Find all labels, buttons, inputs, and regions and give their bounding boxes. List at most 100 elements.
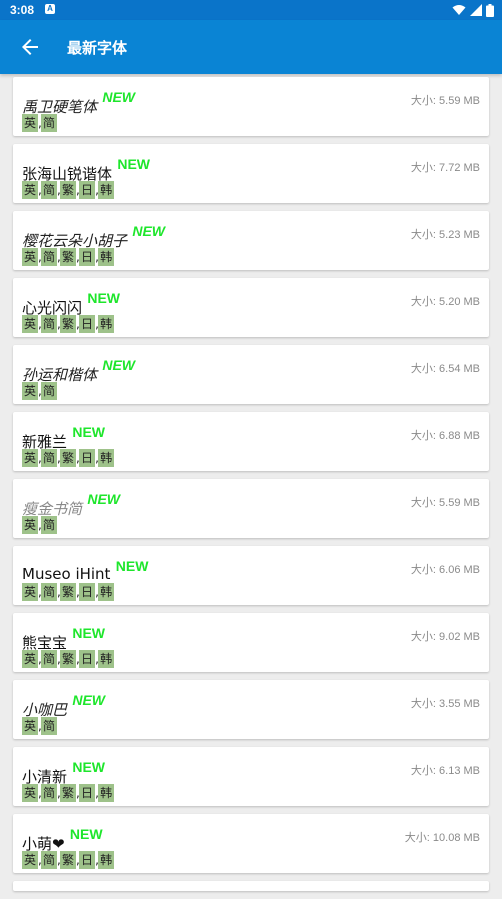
new-badge: NEW [115, 558, 149, 574]
font-size-label: 大小: 7.72 MB [410, 162, 480, 174]
font-name-text: Museo iHint [22, 565, 111, 583]
language-tag: 日 [79, 315, 96, 333]
language-tag: 英 [22, 315, 39, 333]
language-tags: 英,简,繁,日,韩 [22, 583, 115, 601]
font-size-label: 大小: 5.59 MB [410, 95, 480, 107]
language-tag: 英 [22, 248, 39, 266]
language-tags: 英,简 [22, 717, 58, 735]
language-tag: 韩 [98, 181, 115, 199]
new-badge: NEW [102, 357, 136, 373]
language-tag: 简 [41, 248, 58, 266]
language-tag: 英 [22, 650, 39, 668]
language-tag: 英 [22, 449, 39, 467]
font-size-label: 大小: 6.13 MB [410, 765, 480, 777]
language-tags: 英,简,繁,日,韩 [22, 784, 115, 802]
language-tag: 繁 [60, 449, 77, 467]
new-badge: NEW [72, 759, 106, 775]
language-tag: 韩 [98, 784, 115, 802]
language-tag: 英 [22, 114, 39, 132]
notification-icon: A [45, 4, 55, 14]
font-size-label: 大小: 5.23 MB [410, 229, 480, 241]
new-badge: NEW [132, 223, 166, 239]
new-badge: NEW [87, 290, 121, 306]
language-tag: 繁 [60, 181, 77, 199]
language-tags: 英,简,繁,日,韩 [22, 449, 115, 467]
language-tag: 韩 [98, 650, 115, 668]
font-list-item[interactable]: 瘦金书简 NEW 大小: 5.59 MB 英, 简 [13, 479, 489, 538]
language-tags: 英,简,繁,日,韩 [22, 650, 115, 668]
language-tag: 日 [79, 449, 96, 467]
battery-icon [486, 3, 494, 17]
language-tag: 繁 [60, 248, 77, 266]
language-tag: 韩 [98, 851, 115, 869]
language-tags: 英,简,繁,日,韩 [22, 315, 115, 333]
font-list-item[interactable]: Museo iHint NEW 大小: 6.06 MB 英, 简, 繁, 日, 韩 [13, 546, 489, 605]
language-tag: 韩 [98, 248, 115, 266]
language-tags: 英,简 [22, 382, 58, 400]
language-tag: 英 [22, 382, 39, 400]
font-size-label: 大小: 9.02 MB [410, 631, 480, 643]
language-tag: 韩 [98, 449, 115, 467]
language-tag: 简 [41, 449, 58, 467]
language-tag: 简 [41, 516, 58, 534]
font-size-label: 大小: 6.54 MB [410, 363, 480, 375]
language-tag: 简 [41, 784, 58, 802]
language-tag: 繁 [60, 851, 77, 869]
font-size-label: 大小: 5.59 MB [410, 497, 480, 509]
font-list-item[interactable]: 张海山锐谐体 NEW 大小: 7.72 MB 英, 简, 繁, 日, 韩 [13, 144, 489, 203]
font-list-item[interactable]: 樱花云朵小胡子 NEW 大小: 5.23 MB 英, 简, 繁, 日, 韩 [13, 211, 489, 270]
language-tag: 日 [79, 650, 96, 668]
signal-icon [470, 4, 482, 16]
language-tag: 繁 [60, 650, 77, 668]
font-list-item[interactable]: 孙运和楷体 NEW 大小: 6.54 MB 英, 简 [13, 345, 489, 404]
font-list-item[interactable]: 小清新 NEW 大小: 6.13 MB 英, 简, 繁, 日, 韩 [13, 747, 489, 806]
font-name: Museo iHint NEW [22, 558, 148, 583]
font-size-label: 大小: 6.88 MB [410, 430, 480, 442]
font-list-item[interactable]: 小咖巴 NEW 大小: 3.55 MB 英, 简 [13, 680, 489, 739]
language-tag: 繁 [60, 315, 77, 333]
status-bar: 3:08 A [0, 0, 502, 20]
language-tag: 简 [41, 315, 58, 333]
arrow-back-icon[interactable] [18, 35, 42, 59]
wifi-icon [452, 5, 466, 15]
font-list-item[interactable]: 熊宝宝 NEW 大小: 9.02 MB 英, 简, 繁, 日, 韩 [13, 613, 489, 672]
new-badge: NEW [72, 692, 106, 708]
font-list-item[interactable]: 新雅兰 NEW 大小: 6.88 MB 英, 简, 繁, 日, 韩 [13, 412, 489, 471]
language-tags: 英,简,繁,日,韩 [22, 851, 115, 869]
language-tags: 英,简,繁,日,韩 [22, 248, 115, 266]
language-tag: 韩 [98, 315, 115, 333]
font-size-label: 大小: 3.55 MB [410, 698, 480, 710]
page-title: 最新字体 [67, 39, 128, 57]
language-tag: 英 [22, 851, 39, 869]
language-tag: 日 [79, 784, 96, 802]
new-badge: NEW [72, 424, 106, 440]
app-bar: 最新字体 [0, 20, 502, 74]
font-list-item-partial[interactable] [13, 881, 489, 891]
language-tag: 英 [22, 516, 39, 534]
language-tag: 繁 [60, 583, 77, 601]
language-tag: 英 [22, 717, 39, 735]
new-badge: NEW [72, 625, 106, 641]
language-tag: 简 [41, 382, 58, 400]
language-tag: 日 [79, 583, 96, 601]
status-time: 3:08 [10, 3, 35, 17]
language-tag: 简 [41, 114, 58, 132]
language-tags: 英,简 [22, 516, 58, 534]
new-badge: NEW [87, 491, 121, 507]
language-tag: 日 [79, 851, 96, 869]
language-tags: 英,简 [22, 114, 58, 132]
language-tag: 日 [79, 248, 96, 266]
language-tag: 简 [41, 717, 58, 735]
language-tags: 英,简,繁,日,韩 [22, 181, 115, 199]
new-badge: NEW [69, 826, 103, 842]
language-tag: 简 [41, 650, 58, 668]
language-tag: 英 [22, 583, 39, 601]
font-size-label: 大小: 10.08 MB [404, 832, 480, 844]
font-list-item[interactable]: 心光闪闪 NEW 大小: 5.20 MB 英, 简, 繁, 日, 韩 [13, 278, 489, 337]
font-size-label: 大小: 5.20 MB [410, 296, 480, 308]
language-tag: 英 [22, 181, 39, 199]
status-icons [452, 3, 494, 17]
language-tag: 简 [41, 181, 58, 199]
font-list-item[interactable]: 禹卫硬笔体 NEW 大小: 5.59 MB 英, 简 [13, 77, 489, 136]
font-list-item[interactable]: 小萌❤ NEW 大小: 10.08 MB 英, 简, 繁, 日, 韩 [13, 814, 489, 873]
